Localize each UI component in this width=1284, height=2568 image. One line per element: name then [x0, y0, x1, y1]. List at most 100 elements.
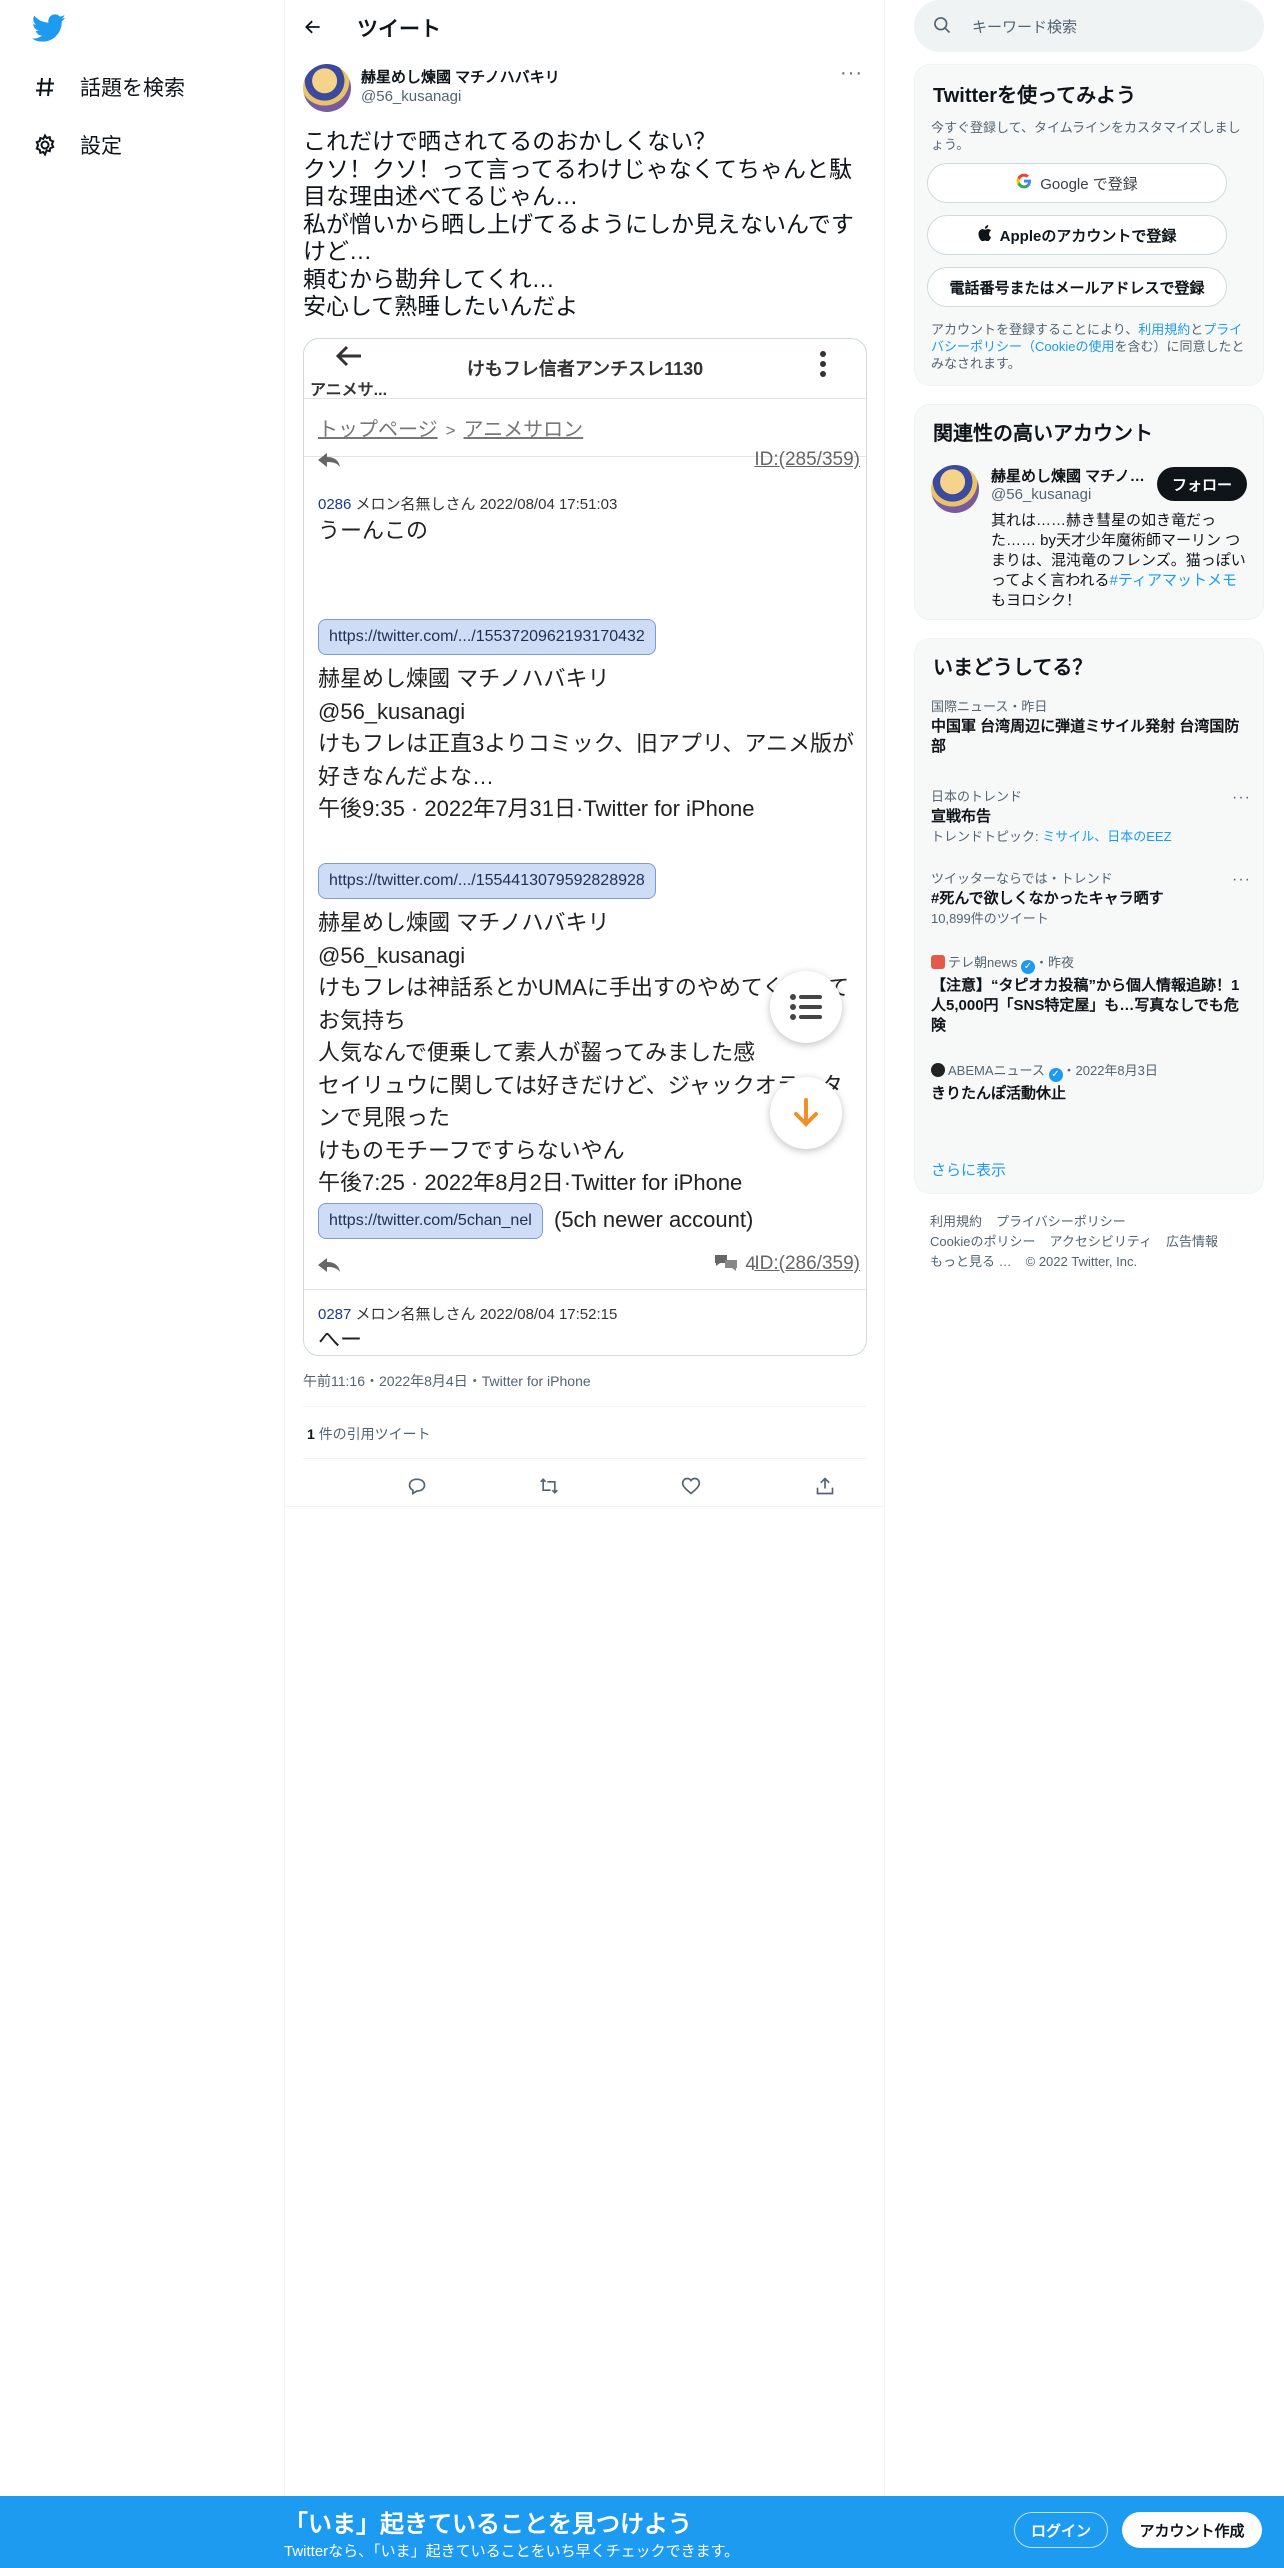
signup-banner: 「いま」起きていることを見つけよう Twitterなら、「いま」起きていることを… [0, 2496, 1284, 2568]
divider [304, 1289, 866, 1290]
avatar[interactable] [931, 465, 979, 513]
retweet-icon[interactable] [529, 1466, 569, 1506]
footer-more-link[interactable]: もっと見る … [930, 1254, 1012, 1269]
verified-badge-icon: ✓ [1020, 960, 1035, 974]
follow-button[interactable]: フォロー [1157, 467, 1247, 501]
divider [303, 1458, 867, 1459]
trends-title: いまどうしてる？ [933, 657, 1093, 679]
screenshot-kebab-icon [820, 351, 826, 382]
gear-icon [32, 132, 58, 158]
comment-bubble-icon [713, 1253, 739, 1277]
quoted-tweet-text: 赫星めし煉國 マチノハバキリ @56_kusanagi けもフレは神話系とかUM… [318, 910, 850, 1195]
phone-email-signup-button[interactable]: 電話番号またはメールアドレスで登録 [927, 267, 1227, 307]
back-arrow-icon[interactable] [299, 13, 327, 41]
footer-link[interactable]: Cookieのポリシー [930, 1234, 1035, 1249]
apple-signup-button[interactable]: Appleのアカウントで登録 [927, 215, 1227, 255]
trend-item[interactable]: テレ朝news ✓ ・昨夜 【注意】“タピオカ投稿”から個人情報追跡！1人5,00… [931, 955, 1251, 1036]
avatar[interactable] [303, 64, 351, 112]
footer-link[interactable]: 利用規約 [930, 1214, 982, 1229]
news-source: ABEMAニュース [948, 1063, 1045, 1078]
screenshot-breadcrumb: トップページ > アニメサロン [318, 413, 583, 442]
trend-subtitle: トレンドトピック: ミサイル、日本のEEZ [931, 829, 1251, 845]
like-icon[interactable] [671, 1466, 711, 1506]
post-text: うーんこの [318, 518, 429, 543]
trend-sub-label: トレンドトピック: [931, 829, 1043, 844]
trend-meta: 日本のトレンド [931, 789, 1023, 804]
search-icon [932, 15, 952, 40]
bio-text: もヨロシク！ [991, 592, 1082, 609]
divider [285, 1506, 885, 1507]
trend-item[interactable]: 国際ニュース・昨日 中国軍 台湾周辺に弾道ミサイル発射 台湾国防部 [931, 699, 1251, 757]
login-button[interactable]: ログイン [1014, 2512, 1108, 2548]
signup-legal: アカウントを登録することにより、利用規約とプライバシーポリシー（Cookieの使… [931, 321, 1251, 372]
signup-subtitle: 今すぐ登録して、タイムラインをカスタマイズしましょう。 [931, 120, 1241, 152]
related-title: 関連性の高いアカウント [933, 423, 1153, 445]
trend-title: 【注意】“タピオカ投稿”から個人情報追跡！1人5,000円「SNS特定屋」も…写… [931, 977, 1240, 1034]
tweet-actions [303, 1466, 867, 1506]
post-number: 0286 [318, 496, 352, 513]
url-annotation: (5ch newer account) [554, 1207, 754, 1232]
reply-arrow-icon [318, 453, 340, 471]
banner-subtitle: Twitterなら、「いま」起きていることをいち早くチェックできます。 [284, 2543, 740, 2560]
share-icon[interactable] [805, 1466, 845, 1506]
apple-icon [978, 225, 992, 245]
post-header: 0287 メロン名無しさん 2022/08/04 17:52:15 [318, 1303, 617, 1324]
screenshot-topbar: アニメサ... けもフレ信者アンチスレ1130 [304, 339, 866, 399]
more-options-icon[interactable]: ··· [1232, 789, 1251, 807]
reply-icon[interactable] [397, 1466, 437, 1506]
google-signup-button[interactable]: Google で登録 [927, 163, 1227, 203]
trend-topic-links[interactable]: ミサイル、日本のEEZ [1042, 829, 1171, 844]
url-pill: https://twitter.com/5chan_nel [318, 1203, 543, 1239]
author-handle[interactable]: @56_kusanagi [361, 88, 461, 105]
more-options-icon[interactable]: ··· [1232, 871, 1251, 889]
trend-title: #死んで欲しくなかったキャラ晒す [931, 890, 1164, 907]
show-more-link[interactable]: さらに表示 [931, 1159, 1006, 1180]
news-time: ・昨夜 [1034, 955, 1074, 970]
related-account-name[interactable]: 赫星めし煉國 マチノハバキリ [991, 465, 1151, 486]
post-number: 0287 [318, 1306, 352, 1323]
quote-count-label: 件の引用ツイート [318, 1426, 431, 1442]
trend-meta: 国際ニュース・昨日 [931, 699, 1048, 714]
nav-settings[interactable]: 設定 [32, 130, 122, 160]
related-accounts-card: 関連性の高いアカウント 赫星めし煉國 マチノハバキリ @56_kusanagi … [914, 404, 1264, 620]
nav-explore-label: 話題を検索 [80, 77, 185, 100]
trend-item[interactable]: ABEMAニュース ✓ ・2022年8月3日 きりたんぽ活動休止 [931, 1063, 1251, 1104]
trend-title: 宣戦布告 [931, 808, 992, 825]
url-pill: https://twitter.com/.../1553720962193170… [318, 619, 656, 655]
search-bar[interactable]: キーワード検索 [914, 0, 1264, 52]
footer-link[interactable]: プライバシーポリシー [996, 1214, 1126, 1229]
tweet-image[interactable]: アニメサ... けもフレ信者アンチスレ1130 トップページ > アニメサロン ID… [303, 338, 867, 1356]
nav-explore[interactable]: 話題を検索 [32, 72, 185, 102]
twitter-logo-icon[interactable] [31, 14, 66, 44]
url-pill: https://twitter.com/.../1554413079592828… [318, 863, 656, 899]
footer-link[interactable]: 広告情報 [1166, 1234, 1218, 1249]
signup-card: Twitterを使ってみよう 今すぐ登録して、タイムラインをカスタマイズしましょ… [914, 64, 1264, 386]
news-source-icon [931, 955, 945, 969]
create-account-button[interactable]: アカウント作成 [1122, 2512, 1262, 2548]
crumb-separator: > [445, 421, 456, 440]
author-name[interactable]: 赫星めし煉國 マチノハバキリ [361, 66, 560, 87]
left-sidebar: 話題を検索 設定 [0, 0, 285, 2496]
footer-links: 利用規約 プライバシーポリシー Cookieのポリシー アクセシビリティ 広告情報 も… [930, 1212, 1250, 1272]
footer-link[interactable]: アクセシビリティ [1049, 1234, 1152, 1249]
post-text: へー [318, 1327, 363, 1352]
legal-text: と [1190, 322, 1204, 337]
trend-tweet-count: 10,899件のツイート [931, 911, 1049, 926]
more-options-icon[interactable]: ··· [840, 62, 863, 85]
tweet-timestamp[interactable]: 午前11:16・2022年8月4日・Twitter for iPhone [303, 1371, 591, 1391]
search-input[interactable]: キーワード検索 [972, 16, 1077, 37]
trend-item[interactable]: 日本のトレンド ··· 宣戦布告 トレンドトピック: ミサイル、日本のEEZ [931, 789, 1251, 845]
tweet-author: 赫星めし煉國 マチノハバキリ @56_kusanagi ··· [303, 62, 863, 114]
trend-title: 中国軍 台湾周辺に弾道ミサイル発射 台湾国防部 [931, 718, 1240, 755]
terms-link[interactable]: 利用規約 [1138, 322, 1190, 337]
page-title: ツイート [357, 18, 441, 41]
quote-tweet-count[interactable]: 1 件の引用ツイート [307, 1424, 431, 1444]
google-signup-label: Google で登録 [1040, 175, 1138, 193]
list-icon [770, 971, 842, 1043]
related-account-handle[interactable]: @56_kusanagi [991, 486, 1091, 503]
divider [303, 1406, 867, 1407]
bio-hashtag[interactable]: #ティアマットメモ [1110, 572, 1237, 589]
crumb-board: アニメサロン [463, 419, 584, 441]
trend-item[interactable]: ツイッターならでは・トレンド ··· #死んで欲しくなかったキャラ晒す 10,8… [931, 871, 1251, 927]
news-source-icon [931, 1063, 945, 1077]
